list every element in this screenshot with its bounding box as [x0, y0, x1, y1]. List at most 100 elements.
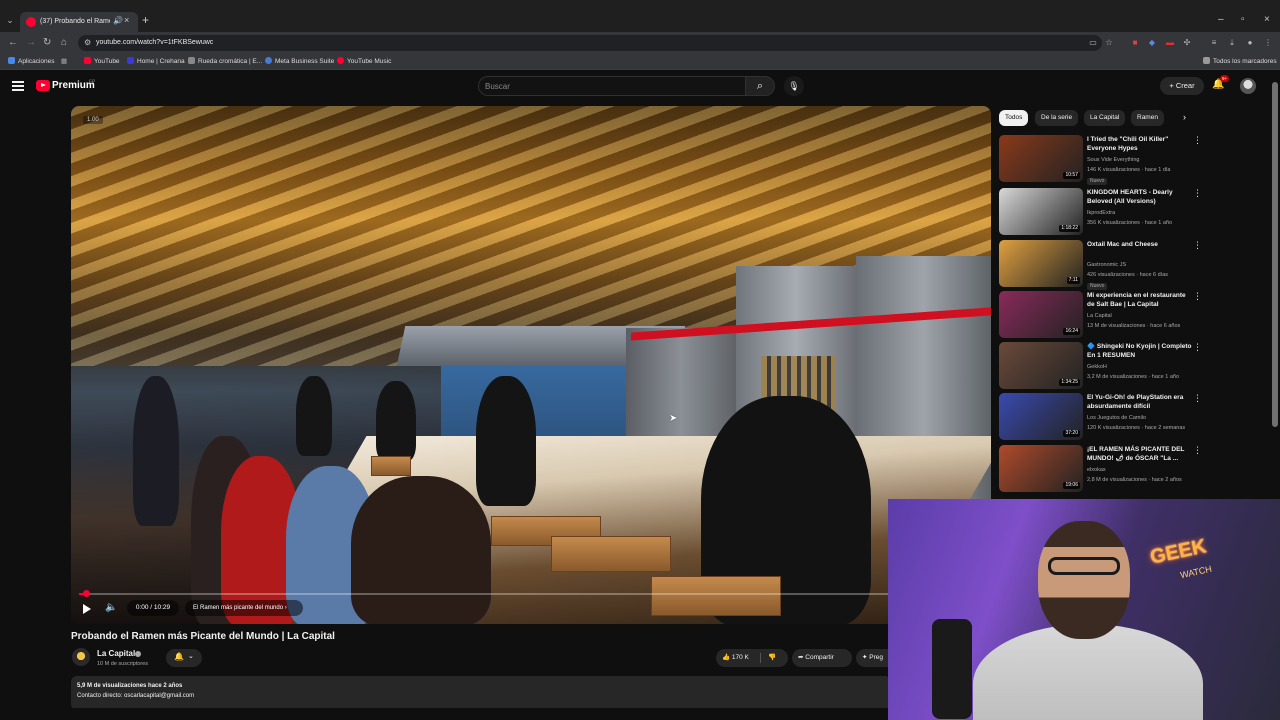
minimize-icon[interactable]: – — [1218, 14, 1224, 26]
all-bookmarks[interactable]: Todos los marcadores — [1203, 57, 1277, 67]
video-thumbnail[interactable]: 7:11 — [999, 240, 1083, 287]
browser-menu-icon[interactable]: ⋮ — [1262, 37, 1274, 49]
recommendation-title[interactable]: 🔷 Shingeki No Kyojin | Completo En 1 RES… — [1087, 343, 1193, 360]
home-icon[interactable]: ⌂ — [61, 37, 67, 49]
video-thumbnail[interactable]: 19:06 — [999, 445, 1083, 492]
more-options-icon[interactable]: ⋮ — [1193, 445, 1202, 456]
recommendation-channel[interactable]: elxokas — [1087, 467, 1106, 474]
recommendation-title[interactable]: ¡EL RAMEN MÁS PICANTE DEL MUNDO! 🌶 de ÓS… — [1087, 446, 1193, 463]
channel-name[interactable]: La Capital — [97, 649, 135, 659]
recommendation-item[interactable]: 16:24 Mi experiencia en el restaurante d… — [999, 291, 1269, 339]
bookmark-youtube-music[interactable]: YouTube Music — [337, 57, 391, 67]
more-options-icon[interactable]: ⋮ — [1193, 393, 1202, 404]
bookmark-rueda-cromatica[interactable]: Rueda cromática | E... — [188, 57, 262, 67]
recommendation-item[interactable]: 1:18:22 KINGDOM HEARTS - Dearly Beloved … — [999, 188, 1269, 236]
recommendation-channel[interactable]: Gastronomic JS — [1087, 262, 1126, 269]
account-avatar[interactable] — [1240, 78, 1256, 94]
reload-icon[interactable]: ↻ — [43, 37, 51, 49]
recommendation-channel[interactable]: Los Juegutos de Camilo — [1087, 415, 1146, 422]
subscription-bell-button[interactable]: 🔔 ⌄ — [166, 649, 202, 667]
youtube-music-icon — [337, 57, 344, 64]
extension-icon[interactable]: ◆ — [1146, 37, 1158, 49]
recommendation-title[interactable]: Oxtail Mac and Cheese — [1087, 241, 1193, 250]
site-info-icon[interactable]: ⚙ — [84, 38, 93, 47]
bookmark-grid-icon[interactable]: ▦ — [61, 57, 67, 67]
video-thumbnail[interactable]: 16:24 — [999, 291, 1083, 338]
extension-icon[interactable]: ▬ — [1164, 37, 1176, 49]
bookmark-apps[interactable]: Aplicaciones — [8, 57, 55, 67]
progress-bar[interactable] — [79, 590, 983, 597]
more-options-icon[interactable]: ⋮ — [1193, 240, 1202, 251]
progress-scrubber-handle[interactable] — [83, 590, 90, 597]
extensions-puzzle-icon[interactable]: ✣ — [1181, 37, 1193, 49]
recommendation-title[interactable]: El Yu-Gi-Oh! de PlayStation era absurdam… — [1087, 394, 1193, 411]
description-box[interactable]: 5,9 M de visualizaciones hace 2 años Con… — [71, 676, 891, 710]
profile-icon[interactable]: ● — [1244, 37, 1256, 49]
page-scrollbar[interactable] — [1272, 82, 1278, 427]
chip-todos[interactable]: Todos — [999, 110, 1029, 126]
like-button[interactable]: 👍 170 K — [722, 649, 749, 667]
extension-icon[interactable]: ■ — [1129, 37, 1141, 49]
new-tab-icon[interactable]: + — [142, 14, 149, 26]
recommendation-channel[interactable]: GekkoH — [1087, 364, 1107, 371]
chevron-down-icon: ⌄ — [188, 653, 194, 660]
tab-search-icon[interactable]: ⌄ — [4, 14, 16, 26]
maximize-icon[interactable]: ▫ — [1241, 14, 1245, 26]
create-button[interactable]: + Crear — [1160, 77, 1204, 95]
video-thumbnail[interactable]: 1:18:22 — [999, 188, 1083, 235]
chip-la-capital[interactable]: La Capital — [1084, 110, 1126, 126]
video-thumbnail[interactable]: 37:20 — [999, 393, 1083, 440]
recommendation-item[interactable]: 37:20 El Yu-Gi-Oh! de PlayStation era ab… — [999, 393, 1269, 441]
more-options-icon[interactable]: ⋮ — [1193, 342, 1202, 353]
youtube-header: Premium CO ⌕ 🎙 + Crear 🔔 9+ — [0, 72, 1280, 102]
search-box[interactable] — [478, 76, 746, 96]
voice-search-button[interactable]: 🎙 — [784, 76, 804, 96]
address-bar[interactable]: ⚙ youtube.com/watch?v=1tFKBSewuwc — [78, 35, 1102, 51]
video-player[interactable]: 1.00 ➤ LA 🔈 0:00 / 10:29 El Ramen más pi… — [71, 106, 991, 624]
share-button[interactable]: ➦ Compartir — [792, 649, 852, 667]
reading-list-icon[interactable]: ≡ — [1208, 37, 1220, 49]
forward-icon[interactable]: → — [26, 37, 36, 49]
play-icon[interactable] — [81, 603, 93, 615]
window-close-icon[interactable]: × — [1264, 14, 1270, 26]
browser-tab-active[interactable]: (37) Probando el Ramen m 🔊 × — [20, 12, 138, 32]
more-options-icon[interactable]: ⋮ — [1193, 135, 1202, 146]
bookmark-meta-business[interactable]: Meta Business Suite — [265, 57, 334, 67]
recommendation-item[interactable]: 19:06 ¡EL RAMEN MÁS PICANTE DEL MUNDO! 🌶… — [999, 445, 1269, 493]
chapter-button[interactable]: El Ramen más picante del mundo › — [185, 600, 303, 616]
bookmark-crehana[interactable]: Home | Crehana — [127, 57, 185, 67]
recommendation-channel[interactable]: IkprodExtra — [1087, 210, 1115, 217]
channel-avatar[interactable] — [72, 648, 90, 666]
recommendation-title[interactable]: I Tried the "Chili Oil Killer" Everyone … — [1087, 136, 1193, 153]
search-button[interactable]: ⌕ — [745, 76, 775, 96]
video-thumbnail[interactable]: 1:34:25 — [999, 342, 1083, 389]
recommendation-item[interactable]: 10:57 I Tried the "Chili Oil Killer" Eve… — [999, 135, 1269, 185]
more-options-icon[interactable]: ⋮ — [1193, 291, 1202, 302]
tab-close-icon[interactable]: × — [124, 15, 129, 25]
back-icon[interactable]: ← — [8, 37, 18, 49]
recommendation-item[interactable]: 1:34:25 🔷 Shingeki No Kyojin | Completo … — [999, 342, 1269, 390]
dislike-button[interactable]: 👎 — [768, 649, 776, 667]
site-icon — [188, 57, 195, 64]
volume-icon[interactable]: 🔈 — [105, 602, 117, 613]
chip-de-la-serie[interactable]: De la serie — [1035, 110, 1079, 126]
url-text[interactable]: youtube.com/watch?v=1tFKBSewuwc — [96, 38, 213, 48]
more-options-icon[interactable]: ⋮ — [1193, 188, 1202, 199]
recommendation-channel[interactable]: Sous Vide Everything — [1087, 157, 1140, 164]
hamburger-menu-icon[interactable] — [12, 81, 24, 91]
recommendation-title[interactable]: Mi experiencia en el restaurante de Salt… — [1087, 292, 1193, 309]
description-meta: 5,9 M de visualizaciones hace 2 años — [77, 683, 183, 689]
chip-ramen[interactable]: Ramen — [1131, 110, 1164, 126]
install-app-icon[interactable]: ▭ — [1087, 37, 1099, 49]
download-icon[interactable]: ⤓ — [1226, 37, 1238, 49]
bookmark-youtube[interactable]: YouTube — [84, 57, 120, 67]
recommendation-title[interactable]: KINGDOM HEARTS - Dearly Beloved (All Ver… — [1087, 189, 1193, 206]
chevron-right-icon[interactable]: › — [1183, 112, 1186, 122]
recommendation-channel[interactable]: La Capital — [1087, 313, 1112, 320]
video-thumbnail[interactable]: 10:57 — [999, 135, 1083, 182]
recommendation-item[interactable]: 7:11 Oxtail Mac and Cheese Gastronomic J… — [999, 240, 1269, 290]
search-input[interactable] — [485, 79, 735, 93]
youtube-logo-icon[interactable] — [36, 80, 50, 91]
bookmark-star-icon[interactable]: ☆ — [1103, 37, 1115, 49]
tab-audio-icon[interactable]: 🔊 — [113, 16, 123, 25]
